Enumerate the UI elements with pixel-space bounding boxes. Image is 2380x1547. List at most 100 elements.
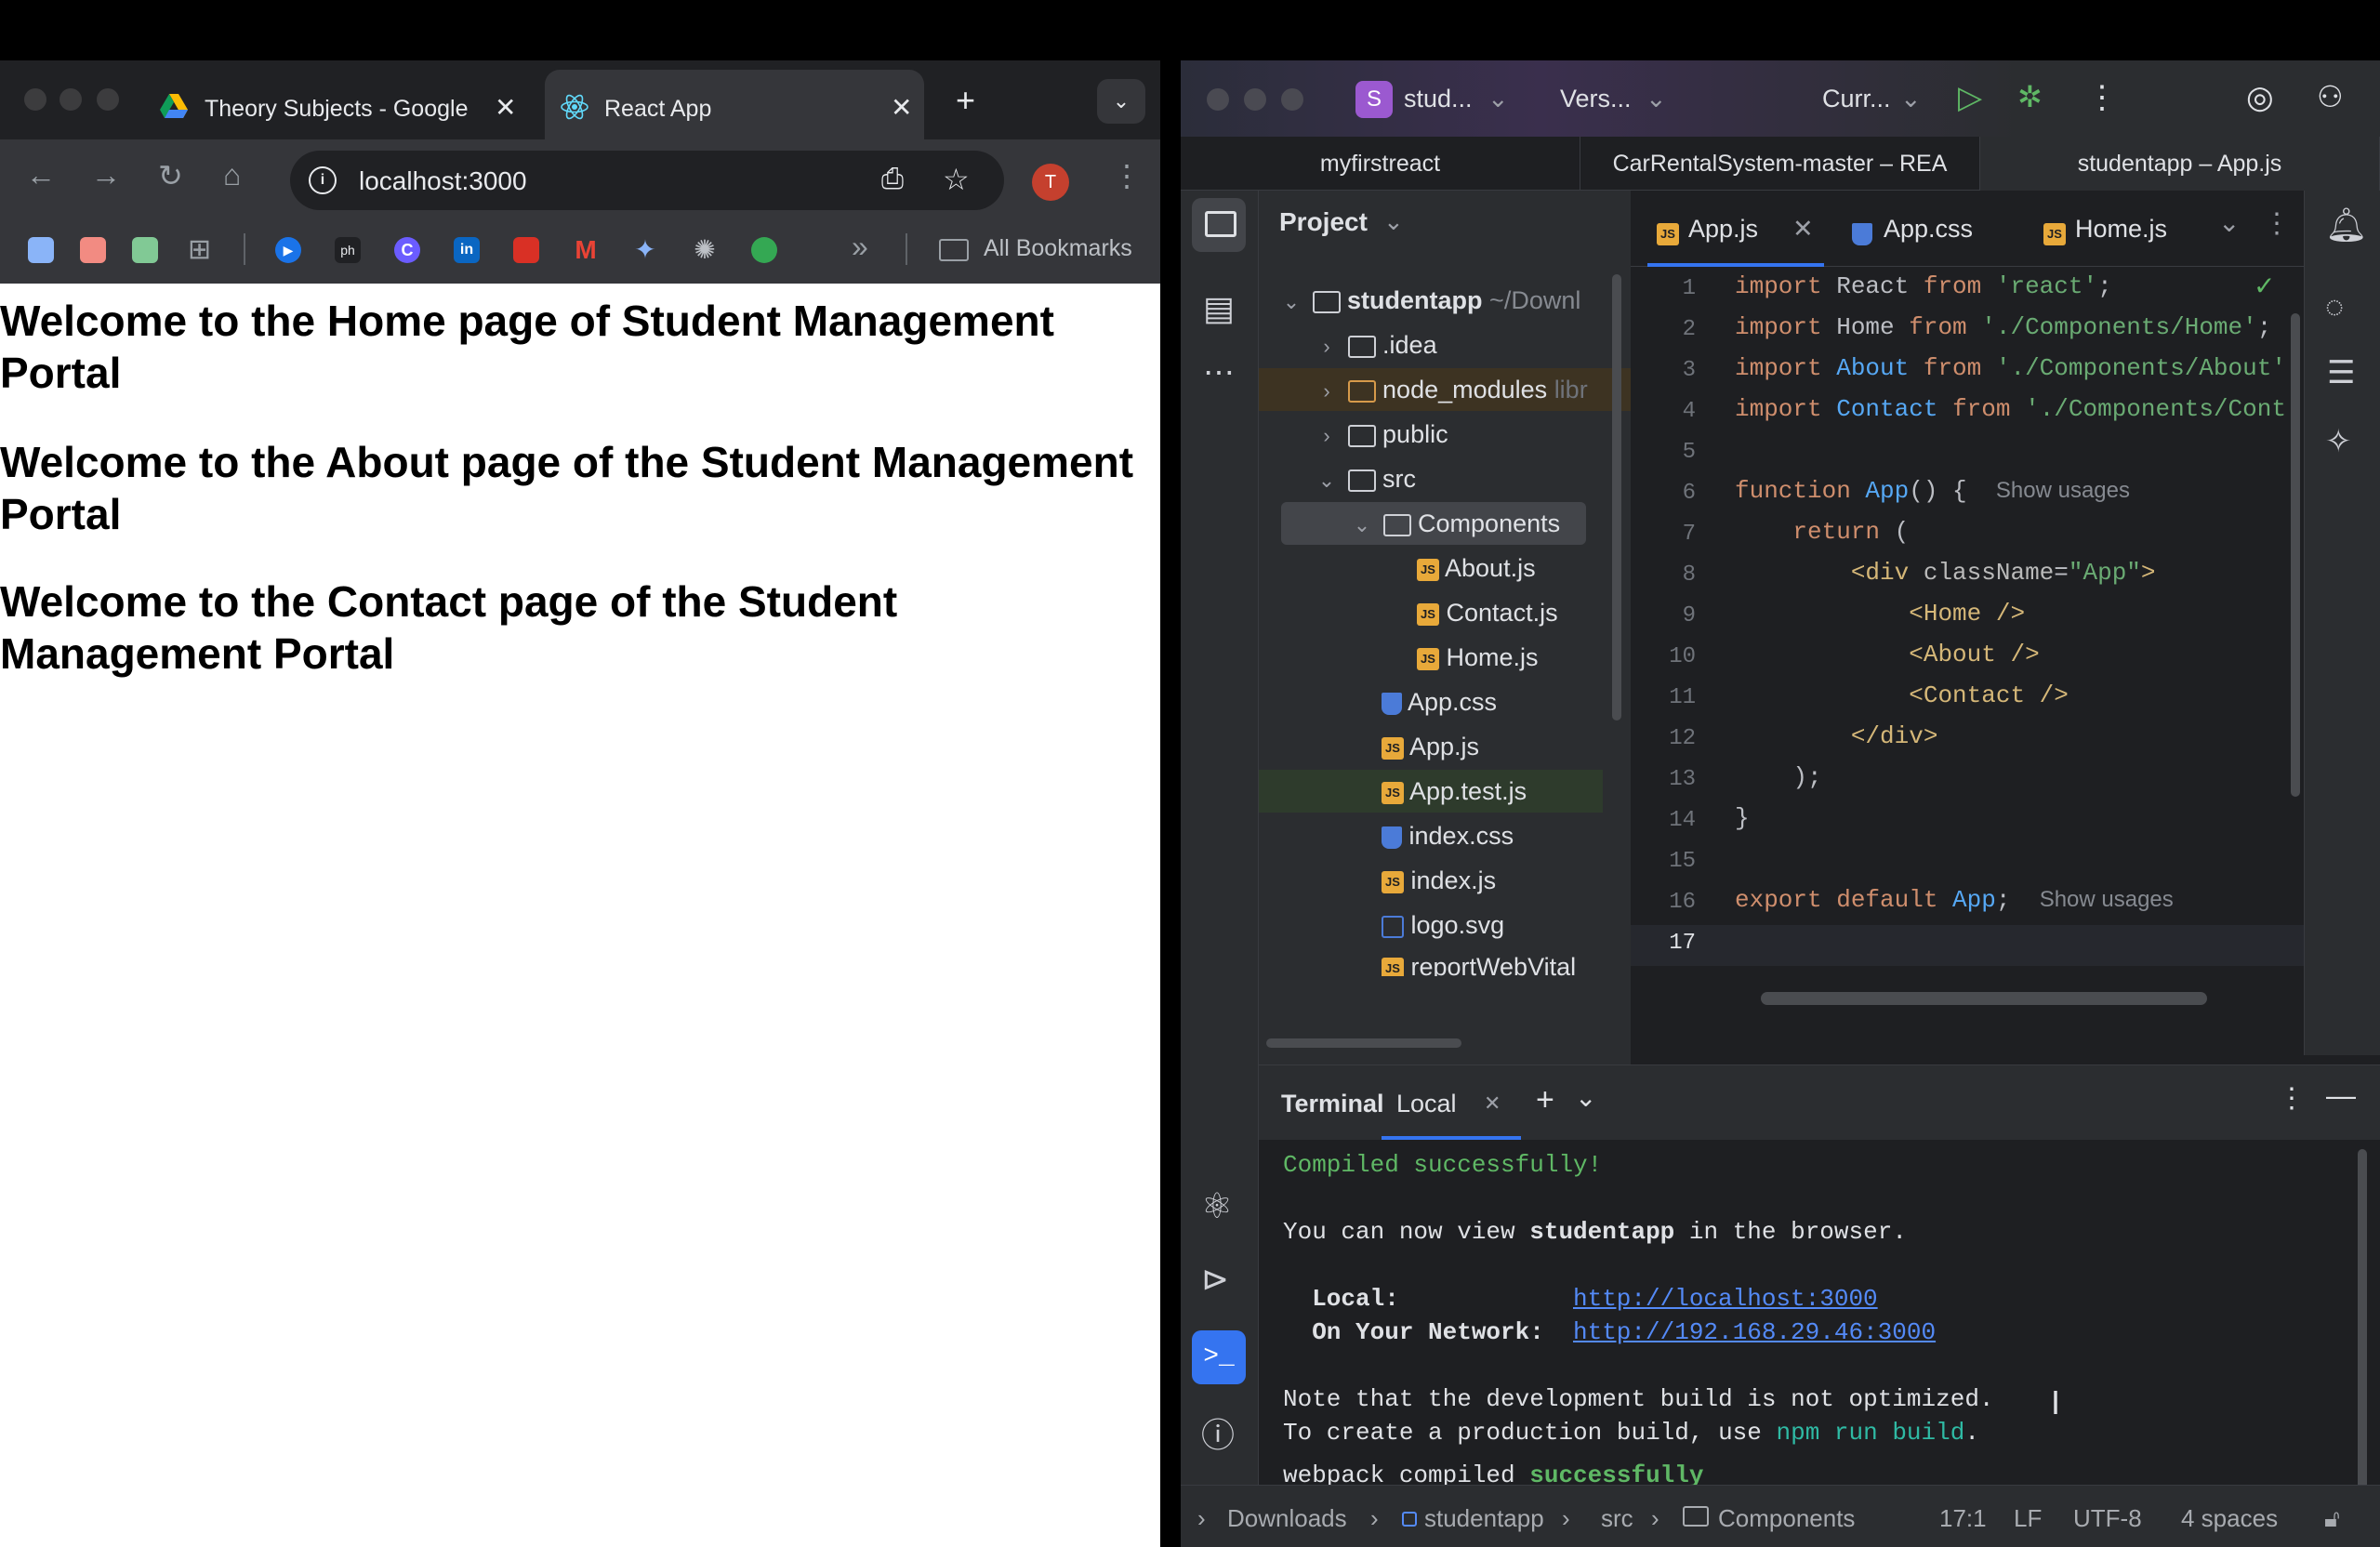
tree-item-logo-svg[interactable]: logo.svg	[1382, 904, 1504, 946]
chevron-down-icon[interactable]: ⌄	[1488, 85, 1509, 113]
minimize-window-button[interactable]	[1244, 88, 1266, 111]
bookmark-red-badge-icon[interactable]	[513, 237, 539, 263]
tab-react-app[interactable]: React App ✕	[545, 70, 924, 139]
tree-item-studentapp[interactable]: ⌄ studentapp ~/Downl	[1277, 279, 1581, 322]
chevron-down-icon[interactable]: ⌄	[1646, 85, 1667, 113]
tab-search-button[interactable]: ⌄	[1097, 79, 1145, 124]
run-config-selector[interactable]: Curr...	[1822, 85, 1891, 113]
reload-icon[interactable]: ↻	[158, 158, 183, 193]
terminal-tool-icon[interactable]: >_	[1192, 1330, 1246, 1384]
lock-icon[interactable]: 🔓︎	[2324, 1504, 2340, 1534]
tree-item-home-js[interactable]: JS Home.js	[1417, 636, 1539, 679]
tree-item-about-js[interactable]: JS About.js	[1417, 547, 1536, 589]
bookmark-red-icon[interactable]	[80, 237, 106, 263]
bookmark-green-icon[interactable]	[132, 237, 158, 263]
zoom-window-button[interactable]	[97, 88, 119, 111]
editor-tab-home-js[interactable]: JS Home.js	[2034, 191, 2202, 267]
tree-item-index-js[interactable]: JS index.js	[1382, 859, 1496, 902]
editor-tab-app-css[interactable]: App.css	[1843, 191, 2010, 267]
copilot-icon[interactable]: ✧	[2325, 423, 2352, 460]
more-tools-icon[interactable]: ⋯	[1203, 354, 1235, 391]
tree-item-app-js[interactable]: JS App.js	[1382, 725, 1479, 768]
apps-grid-icon[interactable]: ⊞	[188, 233, 211, 266]
gmail-icon[interactable]: M	[573, 237, 599, 263]
more-actions-icon[interactable]: ⋮	[2086, 79, 2118, 116]
project-tab-carrental[interactable]: CarRentalSystem-master – REA	[1580, 137, 1980, 191]
breadcrumb-studentapp[interactable]: studentapp	[1424, 1504, 1544, 1533]
tree-item-node-modules[interactable]: › node_modules libr	[1313, 368, 1587, 411]
run-tool-icon[interactable]: ⊳	[1201, 1260, 1229, 1299]
chevron-down-icon[interactable]: ⌄	[1575, 1082, 1596, 1113]
tree-scrollbar[interactable]	[1612, 274, 1621, 721]
structure-tool-icon[interactable]: ▤	[1203, 289, 1235, 328]
new-tab-button[interactable]: +	[956, 81, 975, 120]
tab-theory-subjects[interactable]: Theory Subjects - Google ✕	[149, 70, 539, 139]
tab-close-icon[interactable]: ✕	[495, 92, 516, 123]
notifications-icon[interactable]: 🔔︎	[2325, 205, 2368, 245]
bookmark-play-icon[interactable]: ▶	[275, 237, 301, 263]
back-icon[interactable]: ←	[26, 158, 56, 192]
bookmark-blue-icon[interactable]	[28, 237, 54, 263]
tab-close-icon[interactable]: ✕	[891, 92, 912, 123]
tree-item-public[interactable]: › public	[1313, 413, 1448, 456]
profile-avatar[interactable]: T	[1032, 164, 1069, 201]
close-window-button[interactable]	[1207, 88, 1229, 111]
ai-chat-icon[interactable]: ◌	[2325, 289, 2344, 325]
project-panel-title[interactable]: Project	[1279, 207, 1368, 237]
chevron-down-icon[interactable]: ⌄	[1383, 207, 1404, 236]
minimize-window-button[interactable]	[60, 88, 82, 111]
site-info-icon[interactable]: i	[309, 166, 337, 194]
add-user-icon[interactable]: ⚇	[2317, 79, 2344, 114]
zoom-window-button[interactable]	[1281, 88, 1303, 111]
tree-item-report-web-vitals[interactable]: JS reportWebVital	[1382, 948, 1576, 976]
project-switcher[interactable]: stud...	[1404, 85, 1473, 113]
home-icon[interactable]: ⌂	[223, 158, 241, 192]
tree-item-contact-js[interactable]: JS Contact.js	[1417, 591, 1558, 634]
caret-position[interactable]: 17:1	[1939, 1504, 1987, 1533]
project-badge[interactable]: S	[1355, 81, 1393, 118]
project-tab-myfirstreact[interactable]: myfirstreact	[1181, 137, 1580, 191]
no-problems-check-icon[interactable]: ✓	[2254, 271, 2275, 301]
vcs-widget[interactable]: Vers...	[1560, 85, 1632, 113]
chevron-down-icon[interactable]: ⌄	[1900, 85, 1922, 113]
editor-tab-app-js[interactable]: JS App.js ✕	[1647, 191, 1824, 267]
debug-icon[interactable]: ✲	[2017, 79, 2043, 114]
close-window-button[interactable]	[24, 88, 46, 111]
bookmarks-overflow-icon[interactable]: »	[852, 230, 868, 264]
breadcrumb-src[interactable]: src	[1601, 1504, 1633, 1533]
database-icon[interactable]: ☰	[2327, 354, 2355, 391]
ai-assistant-icon[interactable]: ◎	[2246, 79, 2274, 116]
all-bookmarks-button[interactable]: All Bookmarks	[984, 235, 1132, 262]
forward-icon[interactable]: →	[91, 158, 121, 192]
problems-tool-icon[interactable]: ⓘ	[1201, 1408, 1235, 1457]
react-tool-icon[interactable]: ⚛	[1201, 1185, 1233, 1227]
tree-h-scrollbar[interactable]	[1266, 1038, 1461, 1048]
address-bar[interactable]: i localhost:3000 ⎙ ☆	[290, 151, 1004, 210]
tree-item-index-css[interactable]: index.css	[1382, 814, 1514, 857]
new-terminal-icon[interactable]: +	[1536, 1082, 1554, 1118]
editor-v-scrollbar[interactable]	[2291, 313, 2300, 797]
line-ending[interactable]: LF	[2014, 1504, 2042, 1533]
network-url-link[interactable]: http://192.168.29.46:3000	[1573, 1318, 1936, 1346]
project-tool-icon[interactable]	[1205, 211, 1236, 237]
bookmark-c-icon[interactable]: C	[394, 237, 420, 263]
install-app-icon[interactable]: ⎙	[881, 164, 904, 195]
tree-item-src[interactable]: ⌄ src	[1313, 457, 1416, 500]
local-url-link[interactable]: http://localhost:3000	[1573, 1285, 1878, 1313]
linkedin-icon[interactable]: in	[454, 237, 480, 263]
run-icon[interactable]: ▷	[1958, 79, 1982, 116]
indent-setting[interactable]: 4 spaces	[2181, 1504, 2278, 1533]
bookmark-star-icon[interactable]: ☆	[943, 162, 970, 197]
terminal-tab-local[interactable]: Local ✕	[1382, 1065, 1521, 1140]
bookmark-android-icon[interactable]	[751, 237, 777, 263]
editor-h-scrollbar[interactable]	[1761, 992, 2207, 1005]
terminal-output[interactable]: Compiled successfully! You can now view …	[1259, 1140, 2367, 1547]
tree-item-idea[interactable]: › .idea	[1313, 324, 1436, 366]
more-menu-icon[interactable]: ⋮	[1112, 158, 1142, 193]
tabs-dropdown-icon[interactable]: ⌄	[2218, 207, 2240, 238]
gemini-icon[interactable]: ✦	[632, 237, 658, 263]
chatgpt-icon[interactable]: ✺	[692, 237, 718, 263]
minimize-panel-icon[interactable]: —	[2326, 1078, 2356, 1113]
breadcrumb-components[interactable]: Components	[1718, 1504, 1855, 1533]
tree-item-components[interactable]: ⌄ Components	[1348, 502, 1560, 545]
